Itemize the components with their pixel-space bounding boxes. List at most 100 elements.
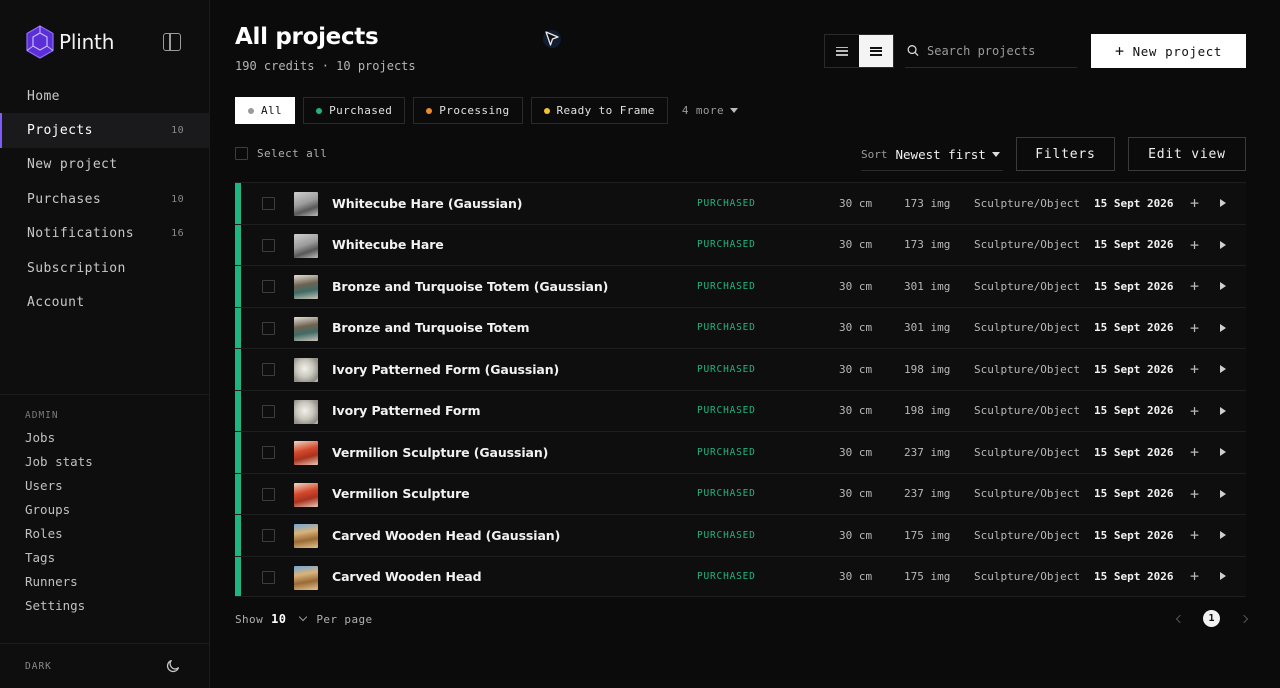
brand[interactable]: Plinth: [25, 25, 114, 59]
filters-button[interactable]: Filters: [1016, 137, 1115, 171]
filter-chip-ready-to-frame[interactable]: Ready to Frame: [530, 97, 668, 124]
project-name[interactable]: Bronze and Turquoise Totem (Gaussian): [332, 279, 608, 294]
table-row[interactable]: Vermilion Sculpture (Gaussian) PURCHASED 3…: [235, 431, 1246, 473]
row-checkbox[interactable]: [262, 280, 275, 293]
add-icon[interactable]: +: [1190, 319, 1199, 337]
row-checkbox[interactable]: [262, 529, 275, 542]
filter-chip-all[interactable]: All: [235, 97, 296, 124]
sidebar-item-account[interactable]: Account: [0, 285, 210, 319]
row-checkbox[interactable]: [262, 363, 275, 376]
status-filter-chips: All Purchased Processing Ready to Frame …: [235, 97, 738, 124]
row-checkbox[interactable]: [262, 446, 275, 459]
add-icon[interactable]: +: [1190, 526, 1199, 544]
sidebar-item-projects[interactable]: Projects 10: [0, 113, 210, 149]
new-project-button[interactable]: + New project: [1091, 34, 1246, 68]
sidebar-item-label: Projects: [27, 123, 93, 139]
table-row[interactable]: Carved Wooden Head (Gaussian) PURCHASED 30…: [235, 514, 1246, 556]
project-name[interactable]: Bronze and Turquoise Totem: [332, 320, 530, 335]
table-row[interactable]: Bronze and Turquoise Totem (Gaussian) PUR…: [235, 265, 1246, 307]
project-name[interactable]: Ivory Patterned Form (Gaussian): [332, 362, 559, 377]
project-thumbnail: [294, 316, 318, 341]
add-icon[interactable]: +: [1190, 402, 1199, 420]
filter-chip-purchased[interactable]: Purchased: [303, 97, 406, 124]
more-filters-dropdown[interactable]: 4 more: [682, 104, 738, 117]
status-indicator-bar: [235, 349, 241, 390]
search-input[interactable]: [927, 43, 1077, 58]
admin-item-groups[interactable]: Groups: [0, 497, 210, 521]
admin-item-tags[interactable]: Tags: [0, 545, 210, 569]
table-row[interactable]: Vermilion Sculpture PURCHASED 30 cm 237 img…: [235, 472, 1246, 514]
admin-item-roles[interactable]: Roles: [0, 521, 210, 545]
row-checkbox[interactable]: [262, 487, 275, 501]
play-icon[interactable]: [1220, 406, 1226, 415]
play-icon[interactable]: [1220, 531, 1226, 540]
add-icon[interactable]: +: [1190, 567, 1199, 585]
select-all-label: Select all: [257, 147, 328, 160]
add-icon[interactable]: +: [1190, 277, 1199, 295]
compact-view-button[interactable]: [859, 35, 893, 67]
row-checkbox[interactable]: [262, 404, 275, 418]
add-icon[interactable]: +: [1190, 360, 1199, 378]
table-row[interactable]: Whitecube Hare (Gaussian) PURCHASED 30 cm 1…: [235, 182, 1246, 224]
page-size-control: Show 10 Per page: [235, 612, 373, 626]
project-name[interactable]: Whitecube Hare: [332, 237, 444, 252]
project-type: Sculpture/Object: [974, 238, 1080, 252]
row-checkbox[interactable]: [262, 197, 275, 210]
filter-chip-processing[interactable]: Processing: [413, 97, 523, 124]
add-icon[interactable]: +: [1190, 194, 1199, 212]
select-all-checkbox[interactable]: Select all: [235, 147, 327, 160]
sidebar-item-home[interactable]: Home: [0, 79, 210, 113]
edit-view-button[interactable]: Edit view: [1128, 137, 1246, 171]
status-indicator-bar: [235, 432, 241, 473]
project-name[interactable]: Vermilion Sculpture (Gaussian): [332, 445, 548, 460]
project-name[interactable]: Carved Wooden Head: [332, 569, 482, 584]
chevron-down-icon[interactable]: [299, 612, 308, 622]
row-checkbox[interactable]: [262, 238, 275, 252]
page-number-current[interactable]: 1: [1203, 610, 1220, 627]
table-row[interactable]: Whitecube Hare PURCHASED 30 cm 173 img Sculp…: [235, 223, 1246, 265]
admin-item-runners[interactable]: Runners: [0, 570, 210, 594]
next-page-icon[interactable]: [1239, 614, 1249, 623]
checkbox[interactable]: [235, 147, 248, 160]
table-row[interactable]: Bronze and Turquoise Totem PURCHASED 30 cm…: [235, 306, 1246, 348]
project-size: 30 cm: [839, 321, 873, 335]
table-row[interactable]: Ivory Patterned Form (Gaussian) PURCHASED…: [235, 348, 1246, 390]
admin-item-jobs[interactable]: Jobs: [0, 425, 210, 449]
project-name[interactable]: Ivory Patterned Form: [332, 403, 481, 418]
project-name[interactable]: Vermilion Sculpture: [332, 486, 470, 501]
sidebar-item-notifications[interactable]: Notifications 16: [0, 217, 210, 251]
play-icon[interactable]: [1220, 240, 1226, 249]
admin-item-job-stats[interactable]: Job stats: [0, 449, 210, 473]
admin-item-settings[interactable]: Settings: [0, 594, 210, 618]
page-size-select[interactable]: 10: [271, 612, 286, 626]
previous-page-icon[interactable]: [1175, 614, 1185, 623]
play-icon[interactable]: [1220, 448, 1226, 457]
project-size: 30 cm: [839, 362, 873, 376]
play-icon[interactable]: [1220, 365, 1226, 374]
add-icon[interactable]: +: [1190, 443, 1199, 461]
project-name[interactable]: Whitecube Hare (Gaussian): [332, 196, 523, 211]
row-checkbox[interactable]: [262, 570, 275, 584]
table-row[interactable]: Ivory Patterned Form PURCHASED 30 cm 198 im…: [235, 389, 1246, 431]
play-icon[interactable]: [1220, 199, 1226, 208]
project-type: Sculpture/Object: [974, 404, 1080, 418]
admin-item-users[interactable]: Users: [0, 473, 210, 497]
sort-select[interactable]: Newest first: [896, 147, 986, 162]
sort-control: Sort Newest first: [861, 147, 1000, 162]
play-icon[interactable]: [1220, 282, 1226, 291]
sidebar-item-purchases[interactable]: Purchases 10: [0, 182, 210, 216]
project-name[interactable]: Carved Wooden Head (Gaussian): [332, 528, 560, 543]
sidebar-toggle-icon[interactable]: [163, 33, 181, 51]
moon-icon[interactable]: [165, 658, 181, 674]
play-icon[interactable]: [1220, 489, 1226, 498]
sidebar-item-subscription[interactable]: Subscription: [0, 251, 210, 285]
project-thumbnail: [294, 358, 318, 382]
sidebar-item-new-project[interactable]: New project: [0, 148, 210, 182]
play-icon[interactable]: [1220, 572, 1226, 581]
play-icon[interactable]: [1220, 323, 1226, 332]
list-view-button[interactable]: [825, 35, 859, 67]
table-row[interactable]: Carved Wooden Head PURCHASED 30 cm 175 img S…: [235, 555, 1246, 597]
row-checkbox[interactable]: [262, 321, 275, 335]
add-icon[interactable]: +: [1190, 236, 1199, 254]
add-icon[interactable]: +: [1190, 485, 1199, 503]
